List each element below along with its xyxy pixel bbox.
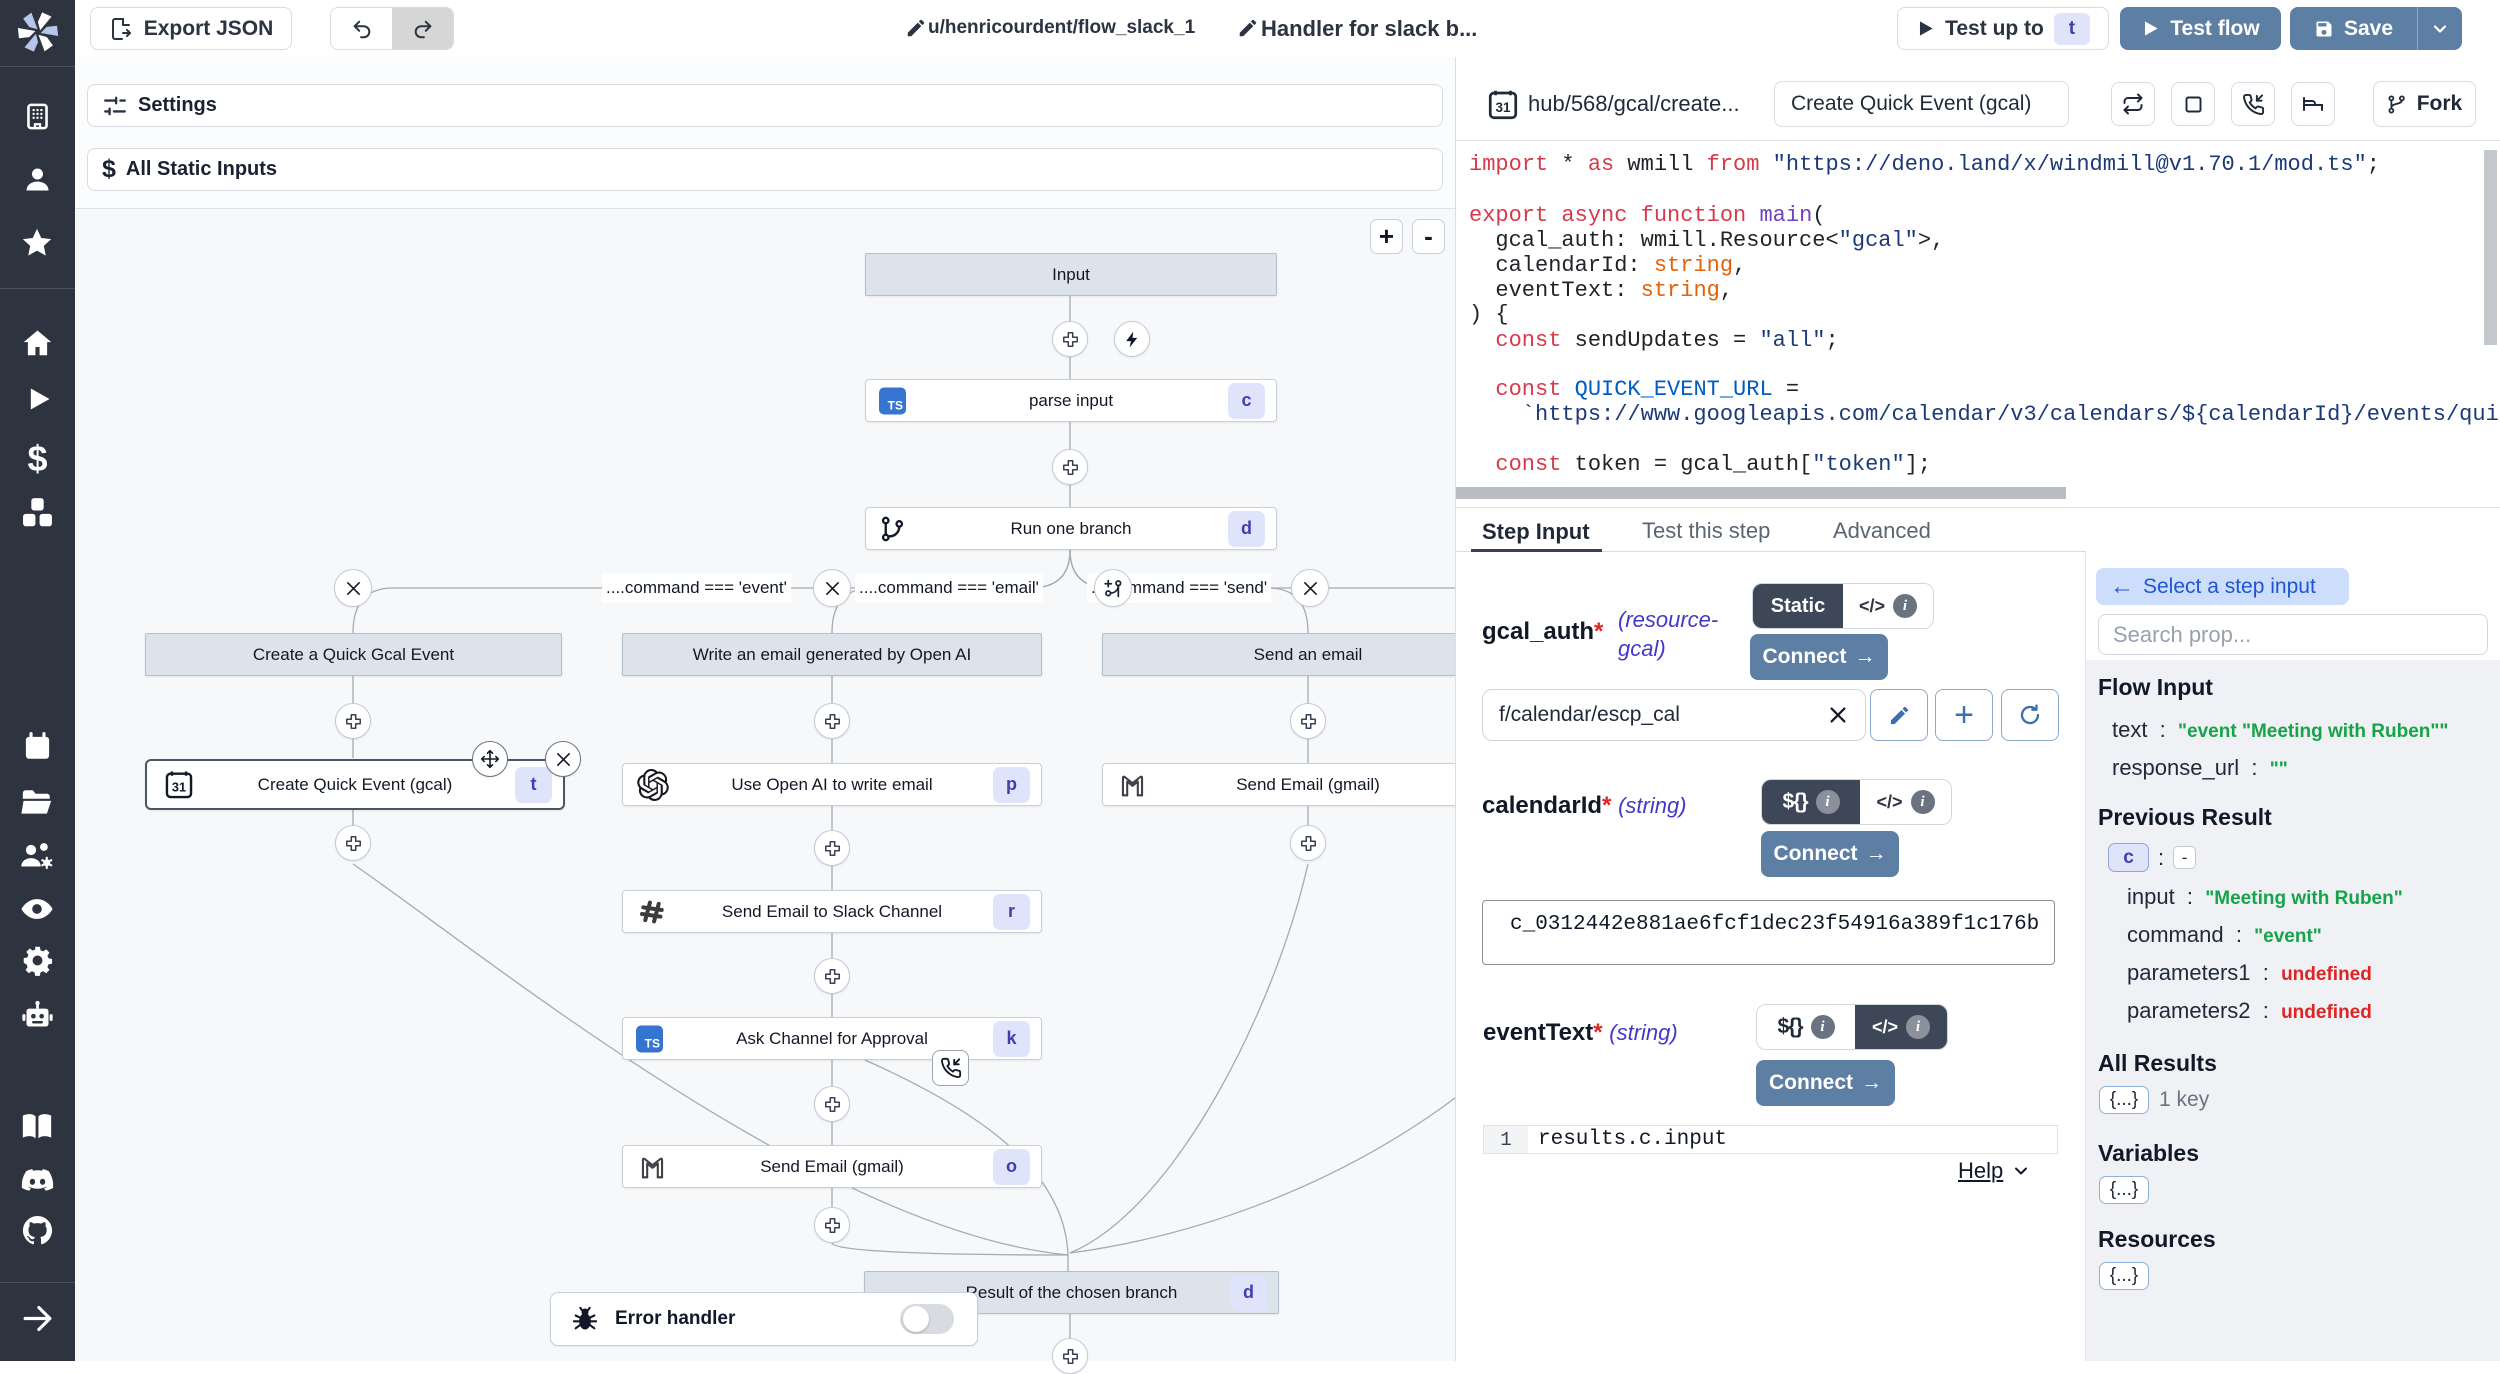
- svg-text:31: 31: [1495, 100, 1511, 115]
